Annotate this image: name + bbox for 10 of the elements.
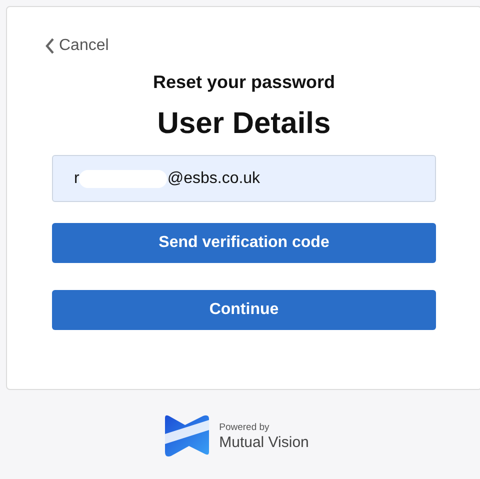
brand-name: Mutual Vision [219, 434, 309, 450]
logo-icon [163, 414, 212, 458]
back-chevron-icon [45, 38, 55, 54]
cancel-link[interactable]: Cancel [45, 37, 109, 55]
powered-by-text: Powered by [219, 422, 270, 432]
heading: User Details [157, 107, 331, 141]
email-field[interactable]: r @esbs.co.uk [52, 155, 436, 202]
subtitle: Reset your password [152, 72, 336, 93]
continue-button[interactable]: Continue [52, 290, 436, 330]
send-code-button[interactable]: Send verification code [52, 223, 436, 263]
